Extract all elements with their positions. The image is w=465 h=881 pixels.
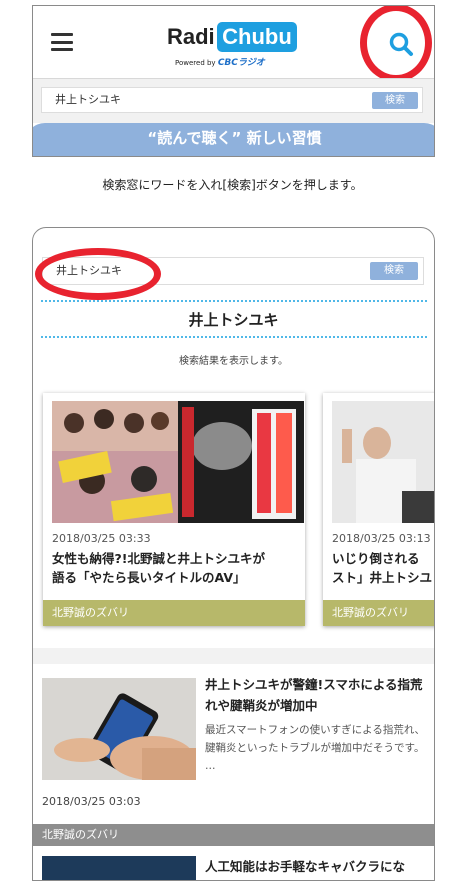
menu-icon[interactable] bbox=[51, 33, 73, 51]
search-bar: 井上トシユキ 検索 bbox=[33, 79, 434, 123]
article-date: 2018/03/25 03:13 bbox=[332, 532, 431, 545]
article-category[interactable]: 北野誠のズバリ bbox=[33, 824, 434, 846]
logo-chubu-text: Chubu bbox=[217, 22, 297, 52]
highlight-circle-search-icon bbox=[360, 6, 432, 82]
article-card[interactable]: 2018/03/25 03:13 いじり倒される スト」井上トシユ 北野誠のズバ… bbox=[323, 393, 434, 626]
article-title[interactable]: 井上トシユキが警鐘!スマホによる指荒れや腱鞘炎が増加中 bbox=[205, 674, 429, 716]
result-heading: 井上トシユキ bbox=[188, 311, 279, 329]
logo-radi-text: Radi bbox=[167, 24, 215, 49]
article-date: 2018/03/25 03:03 bbox=[42, 795, 141, 808]
tagline-banner: “読んで聴く” 新しい習慣 bbox=[33, 123, 434, 156]
search-button[interactable]: 検索 bbox=[370, 262, 418, 280]
highlight-circle-search-input bbox=[35, 248, 161, 300]
article-title[interactable]: 女性も納得?!北野誠と井上トシユキが 語る「やたら長いタイトルのAV」 bbox=[52, 549, 298, 587]
site-logo[interactable]: Radi Chubu Powered by CBCラジオ bbox=[167, 22, 303, 68]
result-note: 検索結果を表示します。 bbox=[179, 356, 288, 367]
article-thumbnail bbox=[42, 856, 196, 880]
article-thumbnail bbox=[332, 401, 434, 523]
article-excerpt: 最近スマートフォンの使いすぎによる指荒れ、腱鞘炎といったトラブルが増加中だそうで… bbox=[205, 724, 425, 772]
article-category[interactable]: 北野誠のズバリ bbox=[43, 600, 305, 626]
divider bbox=[41, 300, 427, 302]
header-screenshot: Radi Chubu Powered by CBCラジオ 井上トシユキ 検索 “… bbox=[32, 5, 435, 157]
search-button[interactable]: 検索 bbox=[372, 92, 418, 109]
instruction-caption: 検索窓にワードを入れ[検索]ボタンを押します。 bbox=[102, 178, 363, 192]
article-thumbnail bbox=[42, 678, 196, 780]
search-input[interactable]: 井上トシユキ bbox=[41, 87, 423, 113]
logo-powered-by: Powered by CBCラジオ bbox=[175, 58, 265, 68]
article-title[interactable]: 人工知能はお手軽なキャバクラにな bbox=[205, 856, 431, 875]
site-header: Radi Chubu Powered by CBCラジオ bbox=[33, 6, 434, 82]
results-screenshot: 井上トシユキ 検索 井上トシユキ 検索結果を表示します。 2018/03/25 … bbox=[32, 227, 435, 881]
article-date: 2018/03/25 03:33 bbox=[52, 532, 151, 545]
divider bbox=[41, 336, 427, 338]
article-category[interactable]: 北野誠のズバリ bbox=[323, 600, 434, 626]
article-title[interactable]: いじり倒される スト」井上トシユ bbox=[332, 549, 434, 587]
section-separator bbox=[33, 648, 434, 664]
list-item[interactable]: 井上トシユキが警鐘!スマホによる指荒れや腱鞘炎が増加中 最近スマートフォンの使い… bbox=[33, 664, 434, 824]
article-card[interactable]: 2018/03/25 03:33 女性も納得?!北野誠と井上トシユキが 語る「や… bbox=[43, 393, 305, 626]
article-thumbnail bbox=[52, 401, 304, 523]
